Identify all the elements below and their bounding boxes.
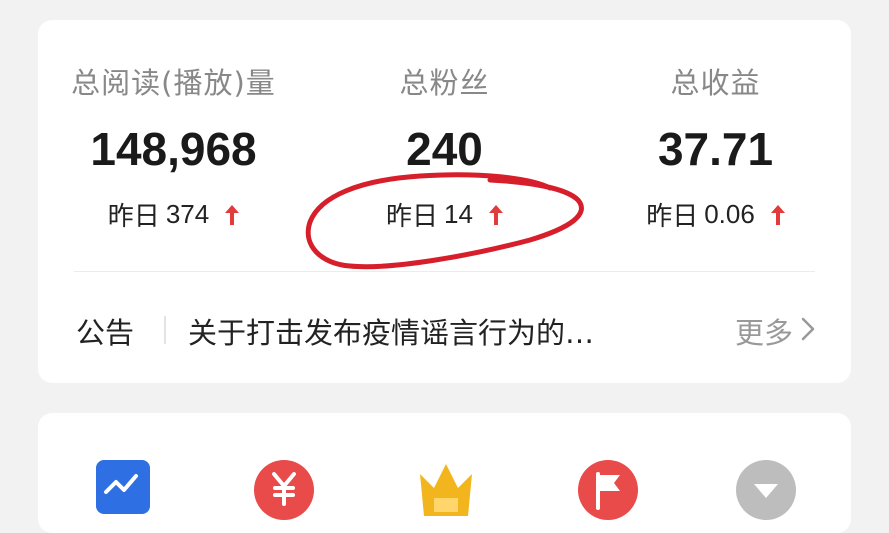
stat-value: 240 [406, 123, 483, 175]
stat-label: 总粉丝 [399, 66, 490, 100]
delta-prefix: 昨日 [646, 202, 699, 232]
stat-delta: 昨日 374 [38, 196, 309, 233]
stats-card: 总阅读(播放)量 148,968 昨日 374 总粉丝 240 昨日 14 总收… [38, 20, 851, 383]
arrow-up-icon [488, 204, 503, 225]
delta-value: 374 [165, 199, 210, 229]
divider [74, 271, 815, 272]
chevron-down-circle-icon[interactable] [736, 460, 796, 524]
notice-separator [164, 316, 166, 344]
delta-prefix: 昨日 [386, 202, 439, 232]
stat-delta: 昨日 0.06 [580, 196, 851, 233]
notice-tag: 公告 [76, 316, 135, 350]
notice-bar[interactable]: 公告 关于打击发布疫情谣言行为的… 更多 [38, 302, 851, 358]
more-label: 更多 [734, 316, 793, 350]
stat-value: 148,968 [90, 123, 257, 175]
stat-delta: 昨日 14 [309, 196, 580, 233]
stat-total-fans[interactable]: 总粉丝 240 昨日 14 [309, 20, 580, 260]
stat-label: 总阅读(播放)量 [71, 66, 276, 100]
delta-prefix: 昨日 [107, 202, 160, 232]
trend-chart-icon[interactable] [96, 460, 150, 518]
yuan-coin-icon[interactable] [254, 460, 314, 524]
stat-total-reads[interactable]: 总阅读(播放)量 148,968 昨日 374 [38, 20, 309, 260]
flag-icon[interactable] [578, 460, 638, 524]
stat-label: 总收益 [670, 66, 761, 100]
tools-card [38, 413, 851, 533]
stat-value: 37.71 [657, 123, 774, 175]
notice-more-button[interactable]: 更多 [735, 310, 815, 352]
notice-text[interactable]: 关于打击发布疫情谣言行为的… [188, 310, 668, 352]
delta-value: 0.06 [704, 199, 755, 229]
arrow-up-icon [225, 204, 240, 225]
chevron-right-icon [801, 314, 815, 348]
delta-value: 14 [444, 199, 473, 229]
arrow-up-icon [770, 204, 785, 225]
crown-icon[interactable] [416, 460, 476, 524]
stat-total-earnings[interactable]: 总收益 37.71 昨日 0.06 [580, 20, 851, 260]
